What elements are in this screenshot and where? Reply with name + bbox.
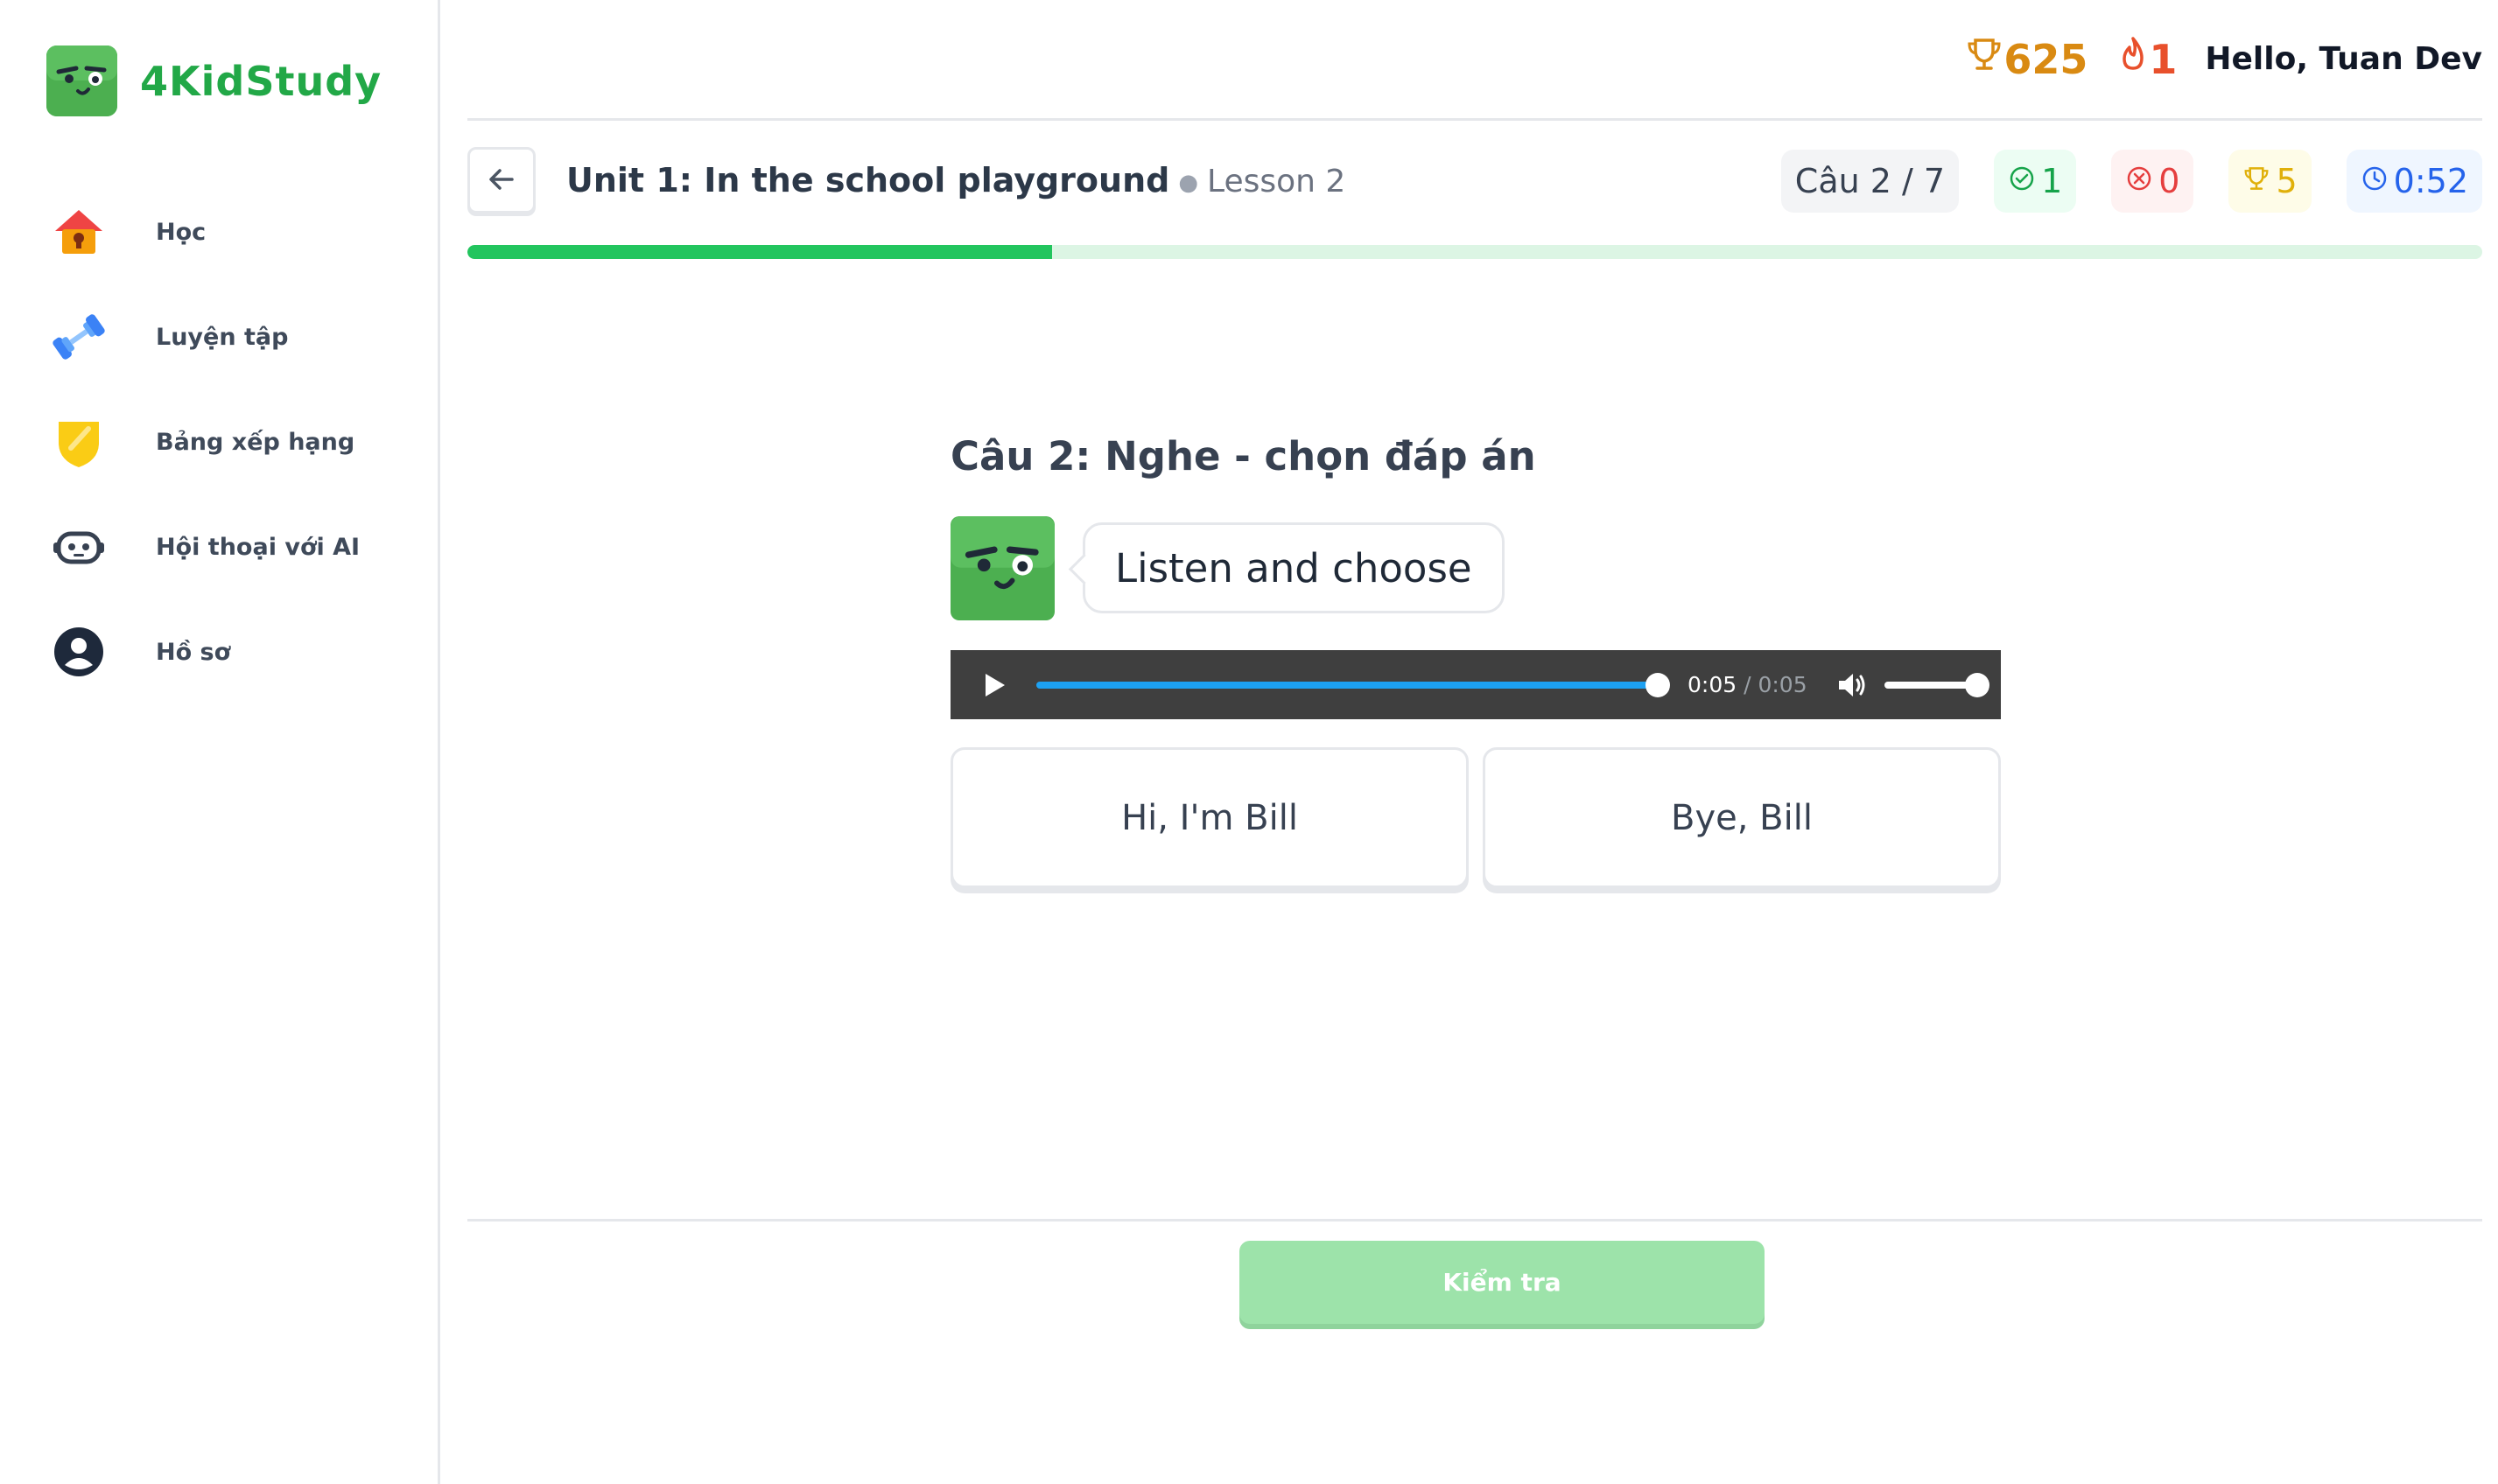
answer-option-label: Hi, I'm Bill [1121, 797, 1298, 838]
answer-option-2[interactable]: Bye, Bill [1483, 747, 2001, 888]
sidebar-item-label: Hồ sơ [156, 638, 231, 666]
user-stats: 625 1 Hello, Tuan Dev [1965, 35, 2482, 83]
correct-count-badge: 1 [1994, 150, 2077, 213]
question-title: Câu 2: Nghe - chọn đáp án [951, 433, 1536, 480]
lesson-progress-fill [467, 245, 1052, 259]
mascot-avatar [951, 516, 1055, 620]
check-circle-icon [2008, 162, 2041, 200]
points-value: 625 [2003, 35, 2088, 83]
sidebar-item-label: Luyện tập [156, 323, 289, 351]
audio-player: 0:05 / 0:05 [951, 650, 2001, 719]
prompt-text: Listen and choose [1115, 544, 1472, 592]
lesson-progress-bar [467, 245, 2482, 259]
lesson-header: Unit 1: In the school playground ● Lesson … [467, 147, 2482, 217]
answer-option-label: Bye, Bill [1671, 797, 1813, 838]
sidebar-nav: Học Luyện tập Bảng xếp hạng Hội thoại vớ… [48, 179, 416, 704]
flame-icon [2117, 35, 2149, 83]
dumbbell-icon [48, 306, 109, 368]
timer-value: 0:52 [2393, 162, 2468, 200]
shield-icon [48, 411, 109, 472]
volume-handle[interactable] [1964, 672, 1989, 697]
audio-current-time: 0:05 [1688, 672, 1737, 697]
separator-dot: ● [1178, 169, 1199, 196]
seek-handle[interactable] [1645, 672, 1670, 697]
sidebar-item-label: Hội thoại với AI [156, 533, 361, 561]
correct-count: 1 [2041, 162, 2063, 200]
arrow-left-icon [486, 164, 517, 198]
volume-slider[interactable] [1884, 672, 1989, 697]
sidebar-item-bang-xep-hang[interactable]: Bảng xếp hạng [48, 389, 416, 494]
check-button[interactable]: Kiểm tra [1239, 1241, 1765, 1324]
sidebar: 4KidStudy Học Luyện tập Bảng xếp hạng Hộ… [0, 0, 440, 1484]
brand-logo [46, 46, 117, 116]
user-icon [48, 621, 109, 682]
volume-icon[interactable] [1834, 668, 1869, 703]
robot-icon [48, 516, 109, 578]
sidebar-item-hoc[interactable]: Học [48, 179, 416, 284]
clock-icon [2361, 162, 2394, 200]
unit-title: Unit 1: In the school playground ● Lesson … [566, 161, 1345, 200]
answer-option-1[interactable]: Hi, I'm Bill [951, 747, 1469, 888]
greeting: Hello, Tuan Dev [2205, 41, 2482, 77]
score-value: 5 [2276, 162, 2298, 200]
lesson-label: Lesson 2 [1207, 164, 1346, 200]
audio-seek-bar[interactable] [1036, 672, 1670, 697]
trophy-icon [2242, 162, 2276, 200]
top-bar: 625 1 Hello, Tuan Dev [467, 0, 2482, 121]
question-counter-text: Câu 2 / 7 [1794, 162, 1946, 200]
brand[interactable]: 4KidStudy [46, 46, 382, 116]
play-icon[interactable] [979, 670, 1008, 700]
trophy-icon [1965, 35, 2003, 83]
back-button[interactable] [467, 147, 536, 214]
streak-badge: 1 [2117, 35, 2177, 83]
timer-badge: 0:52 [2346, 150, 2482, 213]
sidebar-item-hoi-thoai-ai[interactable]: Hội thoại với AI [48, 494, 416, 599]
sidebar-item-label: Học [156, 218, 207, 246]
home-icon [48, 201, 109, 262]
wrong-count: 0 [2158, 162, 2180, 200]
unit-name: Unit 1: In the school playground [566, 161, 1170, 200]
question-counter: Câu 2 / 7 [1780, 150, 1960, 213]
score-badge: 5 [2228, 150, 2312, 213]
brand-name: 4KidStudy [140, 57, 382, 105]
audio-time: 0:05 / 0:05 [1688, 672, 1807, 697]
footer-divider [467, 1219, 2482, 1222]
audio-duration: 0:05 [1758, 672, 1807, 697]
sidebar-item-luyen-tap[interactable]: Luyện tập [48, 284, 416, 389]
lesson-stats: Câu 2 / 7 1 0 5 0:52 [1746, 150, 2482, 213]
sidebar-item-ho-so[interactable]: Hồ sơ [48, 599, 416, 704]
x-circle-icon [2125, 162, 2158, 200]
wrong-count-badge: 0 [2111, 150, 2194, 213]
sidebar-item-label: Bảng xếp hạng [156, 428, 355, 456]
points-badge: 625 [1965, 35, 2088, 83]
streak-value: 1 [2149, 35, 2178, 83]
prompt-bubble: Listen and choose [1083, 522, 1505, 613]
